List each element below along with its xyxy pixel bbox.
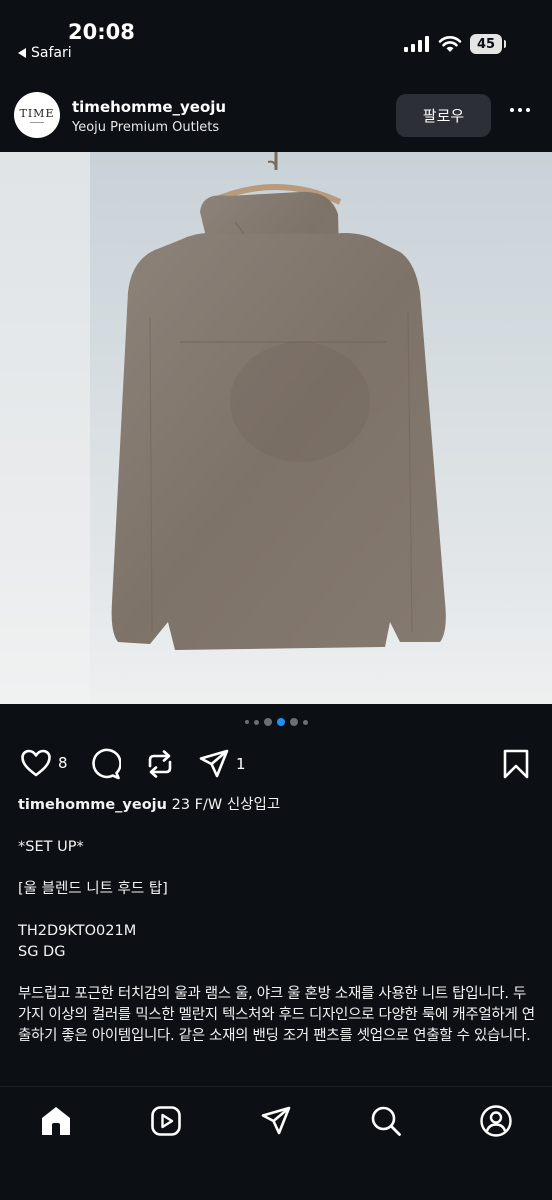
status-time: 20:08 <box>68 20 135 44</box>
caption-setup: *SET UP* <box>18 839 84 855</box>
post-header: TIME timehomme_yeoju Yeoju Premium Outle… <box>0 88 552 144</box>
nav-search[interactable] <box>368 1103 404 1139</box>
share-count: 1 <box>236 755 246 773</box>
comment-button[interactable] <box>89 748 121 780</box>
send-icon <box>199 749 229 778</box>
carousel-indicator <box>0 718 552 726</box>
back-label: Safari <box>31 45 72 61</box>
signal-icon <box>404 36 429 52</box>
avatar[interactable]: TIME <box>14 92 60 138</box>
reels-icon <box>151 1106 181 1136</box>
comment-icon <box>92 748 121 780</box>
post-caption: timehomme_yeoju 23 F/W 신상입고 *SET UP* [울 … <box>18 795 538 1068</box>
caption-headline: 23 F/W 신상입고 <box>171 797 281 813</box>
profile-icon <box>480 1105 512 1137</box>
caption-color: SG DG <box>18 944 66 960</box>
caption-username[interactable]: timehomme_yeoju <box>18 797 167 813</box>
carousel-dot <box>253 719 259 725</box>
caption-product-name: [울 블렌드 니트 후드 탑] <box>18 881 168 897</box>
repost-button[interactable] <box>144 748 176 780</box>
post-username[interactable]: timehomme_yeoju <box>72 98 226 116</box>
back-arrow-icon <box>18 48 26 58</box>
battery-icon: 45 <box>470 34 506 54</box>
wifi-icon <box>438 36 462 52</box>
avatar-logo-text: TIME <box>19 107 55 120</box>
post-image[interactable] <box>0 152 552 704</box>
nav-reels[interactable] <box>148 1103 184 1139</box>
like-count: 8 <box>58 754 68 772</box>
status-indicators: 45 <box>404 34 506 54</box>
caption-first-line: timehomme_yeoju 23 F/W 신상입고 <box>18 795 538 816</box>
heart-icon <box>21 749 51 777</box>
back-to-safari[interactable]: Safari <box>18 45 72 61</box>
carousel-dot <box>263 718 272 726</box>
follow-button[interactable]: 팔로우 <box>396 94 491 137</box>
post-actions: 8 1 <box>0 740 552 786</box>
bottom-nav <box>0 1086 552 1200</box>
save-button[interactable] <box>502 748 530 780</box>
carousel-dot-active <box>276 718 285 726</box>
search-icon <box>371 1106 401 1136</box>
caption-description: 부드럽고 포근한 터치감의 울과 램스 울, 야크 울 혼방 소재를 사용한 니… <box>18 986 535 1044</box>
share-button[interactable]: 1 <box>198 748 246 780</box>
carousel-dot <box>244 720 249 724</box>
send-icon <box>261 1106 291 1135</box>
carousel-dot <box>289 718 298 726</box>
nav-messages[interactable] <box>258 1103 294 1139</box>
nav-profile[interactable] <box>478 1103 514 1139</box>
bookmark-icon <box>503 749 529 779</box>
repost-icon <box>148 750 172 778</box>
carousel-dot <box>302 719 308 725</box>
nav-home[interactable] <box>38 1103 74 1139</box>
home-icon <box>42 1107 70 1135</box>
more-options-icon[interactable] <box>510 108 530 112</box>
post-location[interactable]: Yeoju Premium Outlets <box>72 120 219 135</box>
avatar-logo-line <box>30 122 44 123</box>
status-bar: 20:08 Safari 45 <box>0 0 552 80</box>
caption-product-code: TH2D9KTO021M <box>18 923 137 939</box>
like-button[interactable]: 8 <box>20 748 68 778</box>
